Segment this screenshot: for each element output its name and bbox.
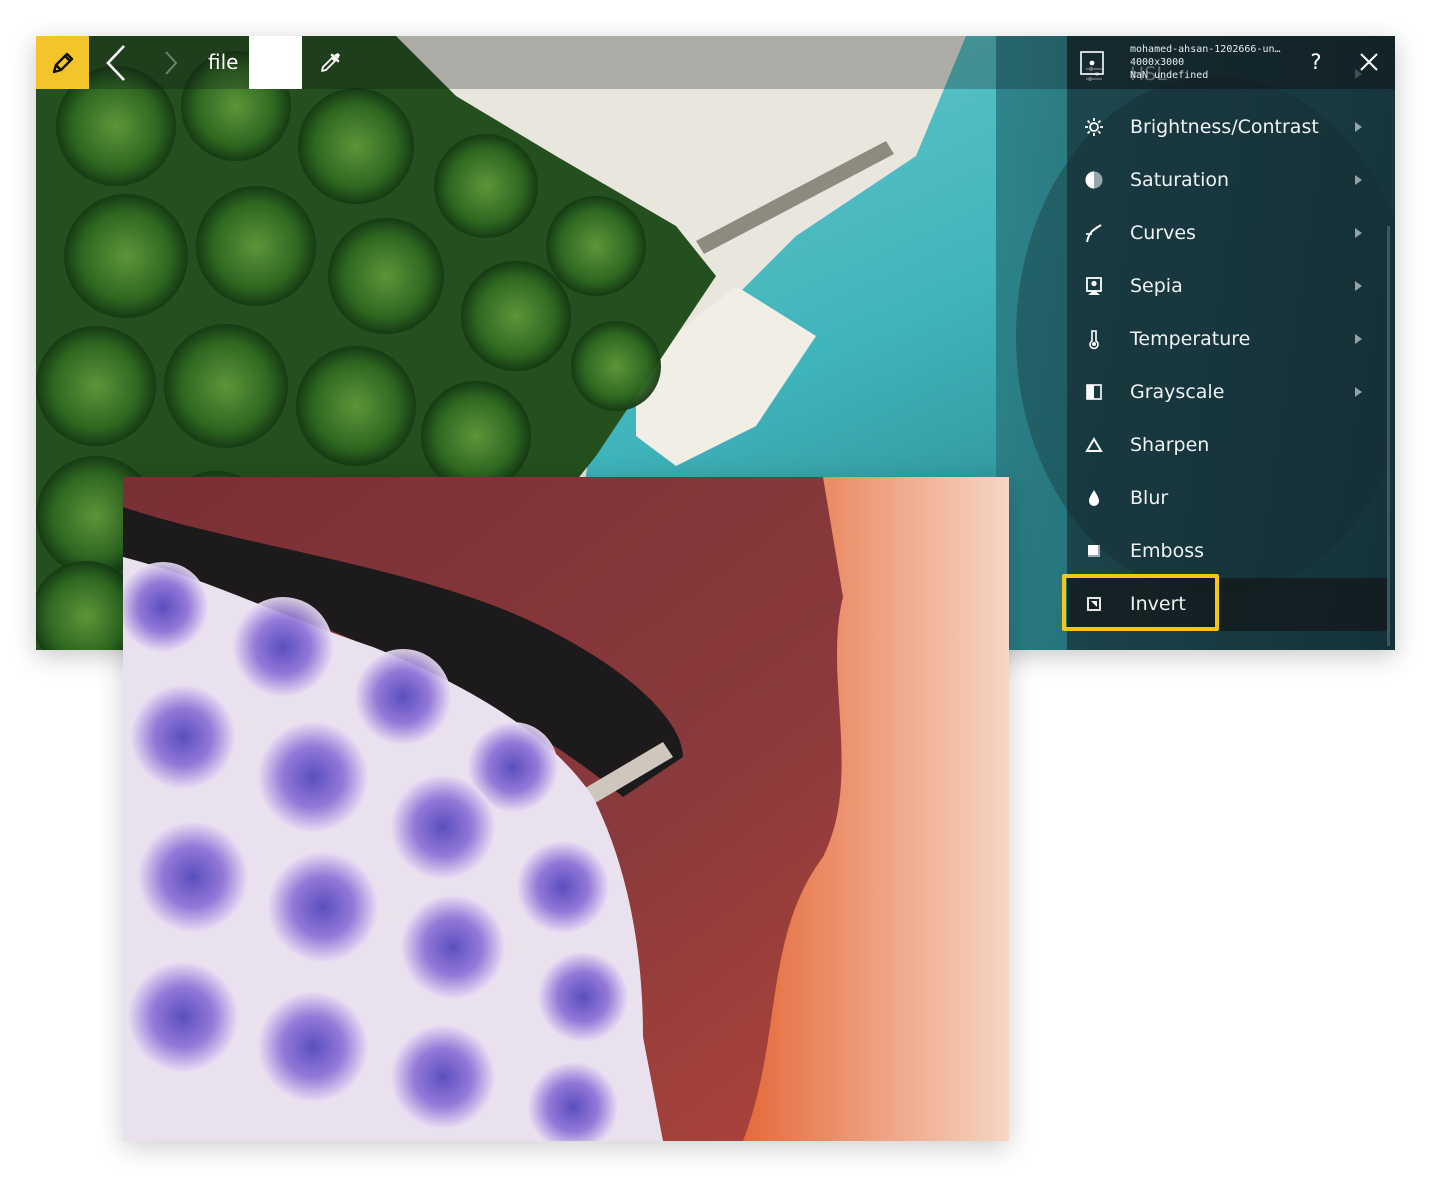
forward-button[interactable] xyxy=(154,36,188,89)
menu-item-label: Blur xyxy=(1130,487,1169,509)
file-menu[interactable]: file xyxy=(208,36,238,89)
file-dimensions: 4000x3000 xyxy=(1130,57,1185,68)
menu-item-grayscale[interactable]: Grayscale xyxy=(1067,366,1387,419)
sun-icon xyxy=(1085,118,1103,136)
pencil-icon xyxy=(52,52,73,73)
adjustments-panel: HSL Brightness/Contrast Saturation xyxy=(1062,36,1395,650)
menu-item-curves[interactable]: Curves xyxy=(1067,207,1387,260)
menu-item-blur[interactable]: Blur xyxy=(1067,472,1387,525)
crop-target-icon[interactable] xyxy=(1079,50,1105,76)
submenu-arrow-icon xyxy=(1355,387,1362,397)
inverted-preview xyxy=(123,477,1009,1141)
invert-icon xyxy=(1087,597,1101,611)
menu-item-label: Invert xyxy=(1130,593,1186,615)
menu-item-label: Grayscale xyxy=(1130,381,1225,403)
close-icon[interactable] xyxy=(1355,48,1383,76)
menu-item-label: Temperature xyxy=(1130,328,1251,350)
menu-item-temperature[interactable]: Temperature xyxy=(1067,313,1387,366)
menu-item-sepia[interactable]: Sepia xyxy=(1067,260,1387,313)
triangle-icon xyxy=(1085,437,1103,452)
file-name: mohamed-ahsan-1202666-un… xyxy=(1130,44,1281,55)
submenu-arrow-icon xyxy=(1355,122,1362,132)
menu-item-label: Emboss xyxy=(1130,540,1204,562)
drop-icon xyxy=(1089,490,1099,506)
eyedropper-icon xyxy=(321,52,340,72)
top-toolbar: file xyxy=(36,36,1067,89)
file-meta: NaN undefined xyxy=(1130,70,1209,81)
portrait-icon xyxy=(1086,277,1102,295)
menu-item-saturation[interactable]: Saturation xyxy=(1067,154,1387,207)
chevron-right-icon xyxy=(165,50,178,75)
thermometer-icon xyxy=(1089,330,1099,350)
menu-item-sharpen[interactable]: Sharpen xyxy=(1067,419,1387,472)
menu-item-label: Brightness/Contrast xyxy=(1130,116,1319,138)
half-circle-icon xyxy=(1085,171,1103,189)
menu-item-label: Curves xyxy=(1130,222,1196,244)
back-button[interactable] xyxy=(96,36,136,89)
panel-scrollbar[interactable] xyxy=(1387,226,1390,646)
color-swatch[interactable] xyxy=(249,36,302,89)
menu-item-label: Sepia xyxy=(1130,275,1183,297)
panel-header: mohamed-ahsan-1202666-un… 4000x3000 NaN … xyxy=(1067,36,1395,89)
submenu-arrow-icon xyxy=(1355,228,1362,238)
menu-item-brightness-contrast[interactable]: Brightness/Contrast xyxy=(1067,101,1387,154)
menu-item-label: Sharpen xyxy=(1130,434,1210,456)
curve-icon xyxy=(1086,224,1102,243)
chevron-left-icon xyxy=(106,44,125,81)
half-square-icon xyxy=(1086,384,1102,400)
edit-mode-button[interactable] xyxy=(36,36,89,89)
submenu-arrow-icon xyxy=(1355,334,1362,344)
file-info: mohamed-ahsan-1202666-un… 4000x3000 NaN … xyxy=(1130,43,1305,82)
submenu-arrow-icon xyxy=(1355,281,1362,291)
menu-item-invert[interactable]: Invert xyxy=(1062,574,1387,631)
submenu-arrow-icon xyxy=(1355,175,1362,185)
emboss-icon xyxy=(1088,545,1100,557)
menu-item-label: Saturation xyxy=(1130,169,1230,191)
menu-item-emboss[interactable]: Emboss xyxy=(1067,525,1387,578)
eyedropper-button[interactable] xyxy=(310,36,350,89)
help-button[interactable]: ? xyxy=(1303,48,1329,76)
